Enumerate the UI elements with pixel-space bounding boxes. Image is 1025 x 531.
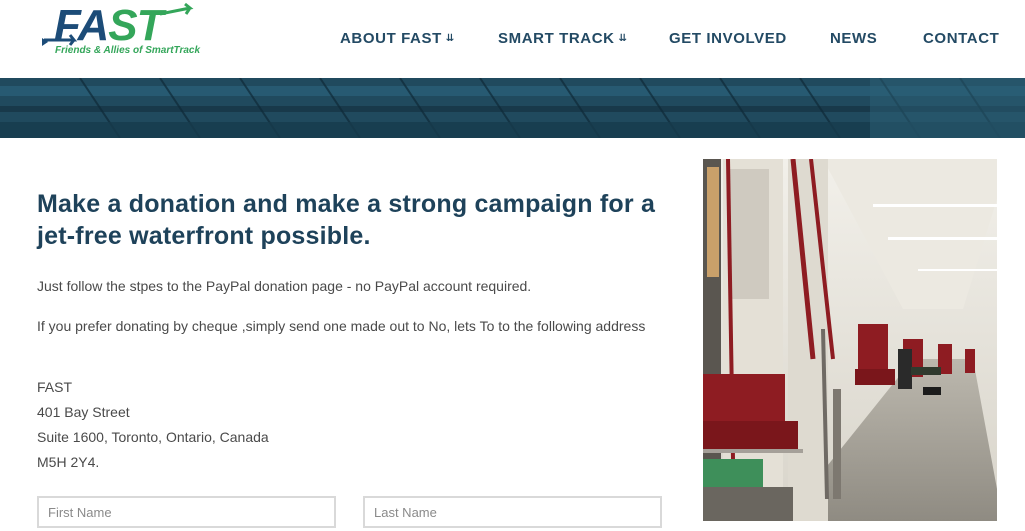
cheque-instructions: If you prefer donating by cheque ,simply… xyxy=(37,318,646,334)
last-name-input[interactable] xyxy=(363,496,662,528)
nav-contact[interactable]: CONTACT xyxy=(923,30,999,47)
logo-wordmark: FAST xyxy=(54,1,163,50)
nav-smart-track[interactable]: SMART TRACK ⇊ xyxy=(498,30,628,47)
address-line: FAST xyxy=(37,379,73,395)
mailing-address: FAST 401 Bay Street Suite 1600, Toronto,… xyxy=(37,378,269,478)
nav-about-fast-label: ABOUT FAST xyxy=(340,30,442,47)
subway-interior-photo xyxy=(703,159,997,521)
chevron-double-down-icon: ⇊ xyxy=(445,33,455,44)
site-header: FAST Friends & Allies of SmartTrack ABOU… xyxy=(0,0,1025,78)
nav-news[interactable]: NEWS xyxy=(830,30,877,47)
first-name-input[interactable] xyxy=(37,496,336,528)
subway-car-illustration xyxy=(703,159,997,521)
logo-tagline: Friends & Allies of SmartTrack xyxy=(55,45,201,56)
nav-get-involved[interactable]: GET INVOLVED xyxy=(669,30,787,47)
fast-logo[interactable]: FAST Friends & Allies of SmartTrack xyxy=(40,2,210,62)
nav-smart-track-label: SMART TRACK xyxy=(498,30,615,47)
banner-bridge-graphic xyxy=(0,78,1025,138)
address-line: 401 Bay Street xyxy=(37,404,130,420)
donation-heading: Make a donation and make a strong campai… xyxy=(37,190,656,250)
paypal-instructions: Just follow the stpes to the PayPal dona… xyxy=(37,278,532,294)
nav-about-fast[interactable]: ABOUT FAST ⇊ xyxy=(340,30,455,47)
hero-banner-image xyxy=(0,78,1025,138)
chevron-double-down-icon: ⇊ xyxy=(618,33,628,44)
address-line: Suite 1600, Toronto, Ontario, Canada xyxy=(37,429,269,445)
address-line: M5H 2Y4. xyxy=(37,454,100,470)
